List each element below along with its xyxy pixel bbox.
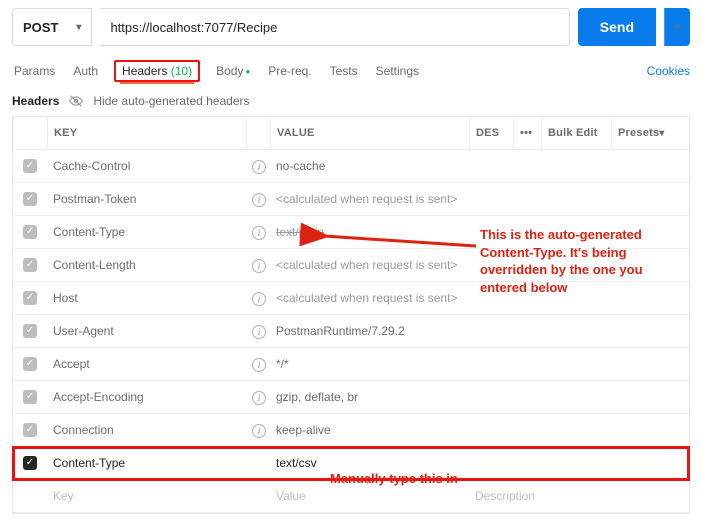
col-value: VALUE <box>270 117 469 149</box>
info-icon: i <box>252 391 266 405</box>
header-key[interactable]: Content-Type <box>47 456 246 470</box>
check-icon: ✓ <box>26 359 34 369</box>
header-key: User-Agent <box>47 324 246 338</box>
col-key: KEY <box>47 117 246 149</box>
col-desc: DES <box>469 117 513 149</box>
checkbox[interactable]: ✓ <box>23 159 37 173</box>
checkbox[interactable]: ✓ <box>23 390 37 404</box>
checkbox[interactable]: ✓ <box>23 258 37 272</box>
tab-auth[interactable]: Auth <box>71 60 100 82</box>
table-row: ✓ Accepti */* <box>13 348 689 381</box>
check-icon: ✓ <box>26 227 34 237</box>
send-dropdown-button[interactable]: ▾ <box>664 8 690 46</box>
method-label: POST <box>23 20 58 35</box>
tab-tests[interactable]: Tests <box>328 60 360 82</box>
checkbox[interactable]: ✓ <box>23 423 37 437</box>
method-select[interactable]: POST ▾ <box>12 8 92 46</box>
header-key: Content-Length <box>47 258 246 272</box>
hide-auto-headers-toggle[interactable]: Hide auto-generated headers <box>93 94 249 108</box>
header-key: Cache-Control <box>47 159 246 173</box>
table-row: ✓ Postman-Token i <calculated when request … <box>13 183 689 216</box>
eye-off-icon <box>69 94 83 108</box>
info-icon: i <box>252 424 266 438</box>
header-key: Accept <box>47 357 246 371</box>
checkbox[interactable]: ✓ <box>23 225 37 239</box>
check-icon: ✓ <box>26 326 34 336</box>
check-icon: ✓ <box>26 260 34 270</box>
header-value: text/plain <box>270 225 469 239</box>
headers-subheader: Headers Hide auto-generated headers <box>12 94 690 108</box>
desc-input-placeholder[interactable]: Description <box>469 489 689 503</box>
checkbox[interactable]: ✓ <box>23 357 37 371</box>
info-icon: i <box>252 259 266 273</box>
check-icon: ✓ <box>26 392 34 402</box>
headers-title: Headers <box>12 94 59 108</box>
header-key: Accept-Encoding <box>47 390 246 404</box>
header-value: <calculated when request is sent> <box>270 258 469 272</box>
info-icon: i <box>252 226 266 240</box>
header-key: Content-Type <box>47 225 246 239</box>
annotation-box-headers-tab: Headers (10) <box>114 60 200 82</box>
chevron-down-icon: ▾ <box>675 22 680 33</box>
check-icon: ✓ <box>26 194 34 204</box>
check-icon: ✓ <box>26 293 34 303</box>
new-header-row[interactable]: Key Value Description <box>13 480 689 513</box>
checkbox[interactable]: ✓ <box>23 291 37 305</box>
header-value: keep-alive <box>270 423 469 437</box>
dot-icon: ● <box>245 67 250 76</box>
value-input-placeholder[interactable]: Value <box>270 489 469 503</box>
send-button[interactable]: Send <box>578 8 656 46</box>
header-value: <calculated when request is sent> <box>270 291 469 305</box>
request-tabs: Params Auth Headers (10) Body● Pre-req. … <box>12 60 690 82</box>
table-row: ✓ Connection i keep-alive <box>13 414 689 447</box>
info-icon: i <box>252 160 266 174</box>
info-icon: i <box>252 358 266 372</box>
table-row: ✓ Hosti <calculated when request is sent> <box>13 282 689 315</box>
info-icon: i <box>252 292 266 306</box>
header-key: Connection <box>47 423 246 437</box>
cookies-link[interactable]: Cookies <box>647 64 690 78</box>
header-key: Host <box>47 291 246 305</box>
tab-body[interactable]: Body● <box>214 60 252 82</box>
header-value: */* <box>270 357 469 371</box>
more-options-button[interactable]: ••• <box>513 117 541 149</box>
tab-headers[interactable]: Headers (10) <box>120 60 194 84</box>
table-row: ✓ Accept-Encoding i gzip, deflate, br <box>13 381 689 414</box>
table-row: ✓ Content-Type text/csv <box>13 447 689 480</box>
info-icon: i <box>252 325 266 339</box>
table-row: ✓ User-Agent i PostmanRuntime/7.29.2 <box>13 315 689 348</box>
check-icon: ✓ <box>26 458 34 468</box>
check-icon: ✓ <box>26 425 34 435</box>
tab-params[interactable]: Params <box>12 60 57 82</box>
header-value: gzip, deflate, br <box>270 390 469 404</box>
chevron-down-icon: ▾ <box>659 128 664 139</box>
table-row: ✓ Cache-Control i no-cache <box>13 150 689 183</box>
header-key: Postman-Token <box>47 192 246 206</box>
header-value: <calculated when request is sent> <box>270 192 469 206</box>
tab-settings[interactable]: Settings <box>374 60 421 82</box>
checkbox[interactable]: ✓ <box>23 324 37 338</box>
bulk-edit-button[interactable]: Bulk Edit <box>541 117 611 149</box>
headers-table: KEY VALUE DES ••• Bulk Edit Presets ▾ ✓ C… <box>12 116 690 514</box>
header-value: PostmanRuntime/7.29.2 <box>270 324 469 338</box>
request-bar: POST ▾ Send ▾ <box>12 8 690 46</box>
checkbox[interactable]: ✓ <box>23 192 37 206</box>
table-row: ✓ Content-Length i <calculated when request… <box>13 249 689 282</box>
checkbox[interactable]: ✓ <box>23 456 37 470</box>
check-icon: ✓ <box>26 161 34 171</box>
info-icon: i <box>252 193 266 207</box>
table-header-row: KEY VALUE DES ••• Bulk Edit Presets ▾ <box>13 117 689 150</box>
table-row: ✓ Content-Type i text/plain <box>13 216 689 249</box>
chevron-down-icon: ▾ <box>76 22 81 33</box>
key-input-placeholder[interactable]: Key <box>47 489 246 503</box>
presets-dropdown[interactable]: Presets ▾ <box>611 117 689 149</box>
header-value[interactable]: text/csv <box>270 456 469 470</box>
tab-pre-req[interactable]: Pre-req. <box>266 60 313 82</box>
header-value: no-cache <box>270 159 469 173</box>
url-input[interactable] <box>100 8 569 46</box>
